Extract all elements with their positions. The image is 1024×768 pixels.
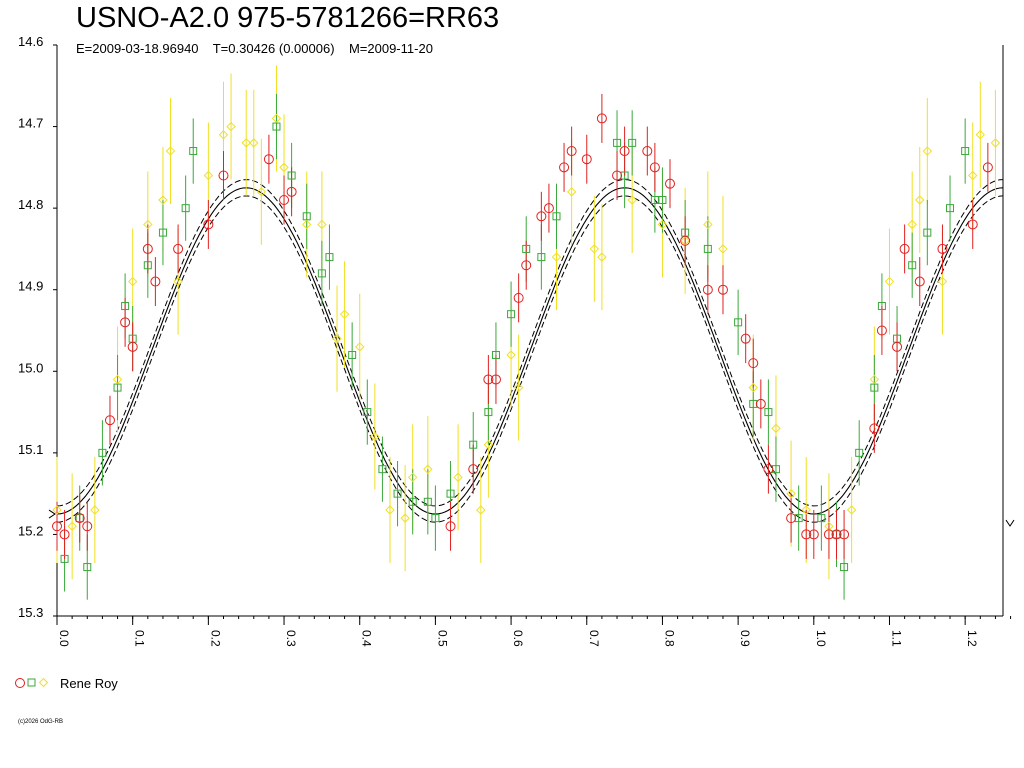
y-tick-label: 14.9 [18,279,43,294]
x-tick-label: 1.1 [889,630,903,647]
legend: Rene Roy [14,674,118,692]
axes: 14.6 14.7 14.8 14.9 15.0 15.1 15.2 15.3 0.0 0.1 0.… [18,34,1015,647]
x-tick-label: 0.1 [133,630,147,647]
y-tick-label: 15.0 [18,360,43,375]
fit-band-lower [56,195,1004,523]
y-tick-label: 15.2 [18,523,43,538]
legend-marker-square [27,678,36,687]
legend-markers [15,677,49,688]
x-tick-label: 0.0 [57,630,71,647]
right-marker-icon [1005,519,1015,527]
x-tick-label: 0.9 [738,630,752,647]
y-tick-label: 14.7 [18,116,43,131]
fit-band-upper [56,179,1004,507]
x-tick-label: 1.2 [965,630,979,647]
x-tick-label: 0.8 [662,630,676,647]
x-tick-label: 0.4 [360,630,374,647]
x-tick-label: 1.0 [814,630,828,647]
x-tick-label: 0.6 [511,630,525,647]
y-tick-label: 14.8 [18,197,43,212]
fit-curve [56,187,1004,515]
data-points [52,113,1001,572]
legend-marker-diamond [38,677,49,688]
light-curve-chart: 14.6 14.7 14.8 14.9 15.0 15.1 15.2 15.3 0.0 0.1 0.… [18,34,1015,647]
y-tick-label: 14.6 [18,34,43,49]
legend-marker-circle [15,678,25,688]
x-tick-label: 0.7 [587,630,601,647]
fit-curves [56,179,1004,523]
x-tick-label: 0.2 [208,630,222,647]
x-tick-label: 0.3 [284,630,298,647]
legend-label: Rene Roy [60,675,118,691]
copyright-text: (c)2026 OdG-RB [18,719,64,725]
y-tick-label: 15.3 [18,605,43,620]
x-tick-label: 0.5 [435,630,449,647]
error-bars [56,65,996,600]
y-tick-label: 15.1 [18,442,43,457]
